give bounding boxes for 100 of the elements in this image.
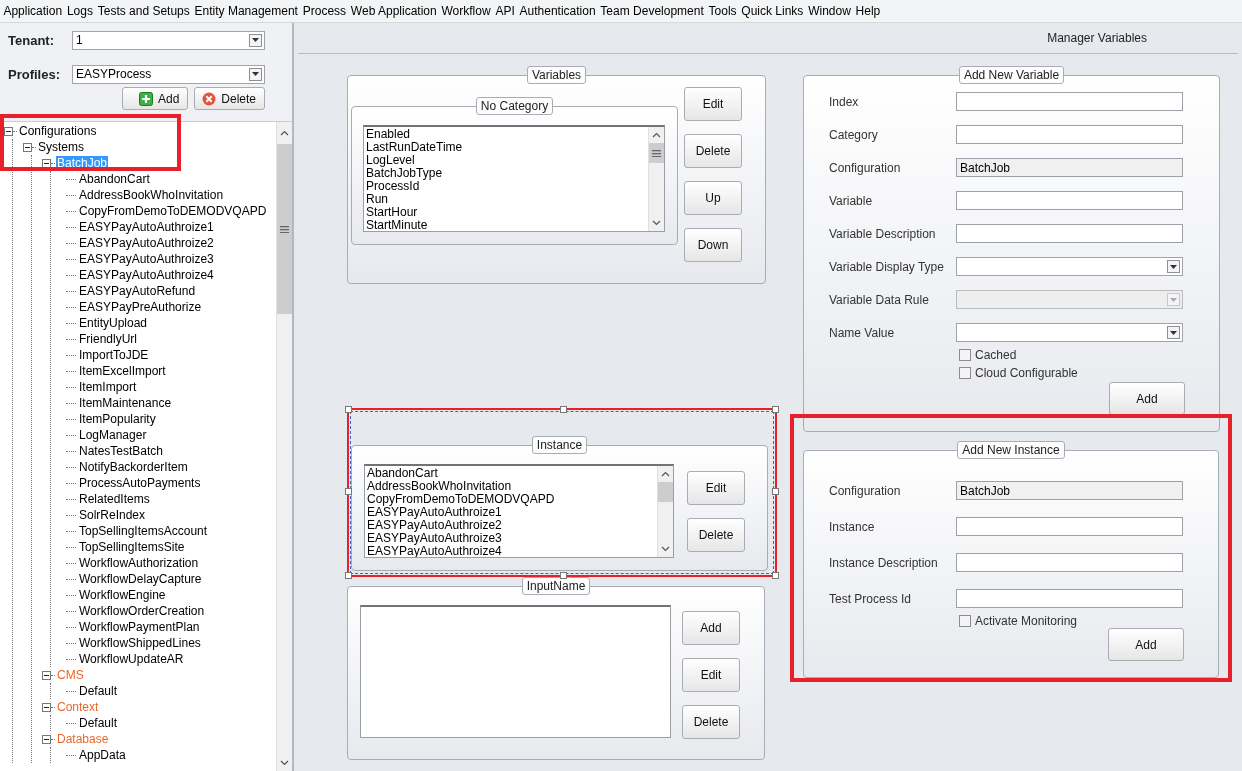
- tree-item[interactable]: Default: [78, 683, 119, 699]
- delete-button[interactable]: Delete: [194, 87, 266, 110]
- dropdown[interactable]: 1: [72, 30, 265, 50]
- resize-handle[interactable]: [772, 406, 779, 413]
- scrollbar[interactable]: [276, 122, 292, 771]
- menu-item[interactable]: Entity Management: [192, 4, 301, 18]
- tree-item[interactable]: EASYPayAutoRefund: [78, 283, 197, 299]
- menu-item[interactable]: Window: [805, 4, 854, 18]
- resize-handle[interactable]: [560, 406, 567, 413]
- tree-item[interactable]: CopyFromDemoToDEMODVQAPD: [78, 203, 268, 219]
- resize-handle[interactable]: [560, 572, 567, 579]
- tree-item[interactable]: Configurations: [18, 123, 98, 139]
- tree-item[interactable]: EASYPayPreAuthorize: [78, 299, 203, 315]
- tree-item[interactable]: WorkflowEngine: [78, 587, 167, 603]
- tree-item[interactable]: ItemExcelImport: [78, 363, 167, 379]
- menu-item[interactable]: Application: [1, 4, 65, 18]
- resize-handle[interactable]: [772, 572, 779, 579]
- dropdown[interactable]: [956, 257, 1183, 276]
- menu-item[interactable]: Help: [853, 4, 883, 18]
- collapse-icon[interactable]: [42, 670, 51, 680]
- list-item[interactable]: AddressBookWhoInvitation: [367, 480, 657, 493]
- list-box[interactable]: [360, 605, 671, 738]
- add-button[interactable]: Add: [122, 87, 189, 110]
- tree-item[interactable]: ProcessAutoPayments: [78, 475, 202, 491]
- tree-item[interactable]: Systems: [37, 139, 85, 155]
- checkbox[interactable]: [959, 615, 971, 627]
- list-item[interactable]: StartMinute: [366, 219, 648, 231]
- list-box[interactable]: Enabled LastRunDateTime LogLevel BatchJobType ProcessId Run StartHour StartMinute: [363, 125, 665, 232]
- input-field[interactable]: [956, 92, 1183, 111]
- action-button[interactable]: Delete: [684, 134, 742, 168]
- tree-item[interactable]: AbandonCart: [78, 171, 151, 187]
- action-button[interactable]: Edit: [687, 471, 745, 505]
- dropdown[interactable]: EASYProcess: [72, 64, 265, 84]
- action-button[interactable]: Edit: [684, 87, 742, 121]
- selection-frame[interactable]: Instance AbandonCart AddressBookWhoInvitation CopyFromDemoToDEMODVQAPD EASYPayAutoAuthroize1 EASYPayAutoAuthroize2 EASYPayAutoAuthroize3 EASYPayAutoAuthroize4 Edit Delete: [347, 408, 777, 577]
- input-field[interactable]: [956, 125, 1183, 144]
- action-button[interactable]: Delete: [682, 705, 740, 739]
- scroll-thumb[interactable]: [658, 482, 673, 502]
- input-field[interactable]: [956, 191, 1183, 210]
- resize-handle[interactable]: [772, 488, 779, 495]
- tree-item[interactable]: ImportToJDE: [78, 347, 150, 363]
- menu-item[interactable]: Web Application: [348, 4, 440, 18]
- list-item[interactable]: EASYPayAutoAuthroize3: [367, 532, 657, 545]
- scroll-thumb[interactable]: [649, 143, 664, 163]
- tree-item[interactable]: EASYPayAutoAuthroize4: [78, 267, 215, 283]
- resize-handle[interactable]: [345, 488, 352, 495]
- list-item[interactable]: LogLevel: [366, 154, 648, 167]
- tree-item[interactable]: NotifyBackorderItem: [78, 459, 189, 475]
- menu-item[interactable]: API: [493, 4, 518, 18]
- list-item[interactable]: CopyFromDemoToDEMODVQAPD: [367, 493, 657, 506]
- menu-item[interactable]: Workflow: [439, 4, 493, 18]
- tree-item[interactable]: WorkflowUpdateAR: [78, 651, 185, 667]
- list-item[interactable]: StartHour: [366, 206, 648, 219]
- list-item[interactable]: ProcessId: [366, 180, 648, 193]
- tree-item[interactable]: ItemImport: [78, 379, 138, 395]
- resize-handle[interactable]: [345, 406, 352, 413]
- list-item[interactable]: AbandonCart: [367, 467, 657, 480]
- checkbox[interactable]: [959, 367, 971, 379]
- menu-item[interactable]: Quick Links: [738, 4, 806, 18]
- list-item[interactable]: EASYPayAutoAuthroize2: [367, 519, 657, 532]
- tree-item[interactable]: LogManager: [78, 427, 148, 443]
- scrollbar[interactable]: [648, 127, 664, 231]
- resize-handle[interactable]: [345, 572, 352, 579]
- input-field[interactable]: BatchJob: [956, 158, 1183, 177]
- tree-item[interactable]: WorkflowDelayCapture: [78, 571, 203, 587]
- list-item[interactable]: Run: [366, 193, 648, 206]
- collapse-icon[interactable]: [42, 158, 51, 168]
- list-item[interactable]: EASYPayAutoAuthroize4: [367, 545, 657, 557]
- tree-item[interactable]: RelatedItems: [78, 491, 151, 507]
- input-field[interactable]: [956, 589, 1183, 608]
- menu-item[interactable]: Team Development: [597, 4, 707, 18]
- input-field[interactable]: [956, 517, 1183, 536]
- tree-item[interactable]: ItemPopularity: [78, 411, 157, 427]
- scrollbar[interactable]: [657, 466, 673, 557]
- menu-item[interactable]: Tools: [706, 4, 739, 18]
- list-item[interactable]: BatchJobType: [366, 167, 648, 180]
- input-field[interactable]: BatchJob: [956, 481, 1183, 500]
- input-field[interactable]: [956, 553, 1183, 572]
- tree-item[interactable]: WorkflowPaymentPlan: [78, 619, 201, 635]
- list-item[interactable]: Enabled: [366, 128, 648, 141]
- tree-item[interactable]: WorkflowShippedLines: [78, 635, 202, 651]
- list-item[interactable]: LastRunDateTime: [366, 141, 648, 154]
- tree-item[interactable]: EntityUpload: [78, 315, 149, 331]
- tree-item[interactable]: TopSellingItemsSite: [78, 539, 186, 555]
- menu-item[interactable]: Logs: [64, 4, 96, 18]
- add-button[interactable]: Add: [1108, 628, 1184, 661]
- tree-item[interactable]: WorkflowOrderCreation: [78, 603, 206, 619]
- action-button[interactable]: Delete: [687, 518, 745, 552]
- collapse-icon[interactable]: [23, 142, 32, 152]
- collapse-icon[interactable]: [42, 734, 51, 744]
- list-item[interactable]: EASYPayAutoAuthroize1: [367, 506, 657, 519]
- add-button[interactable]: Add: [1109, 382, 1185, 415]
- menu-item[interactable]: Authentication: [517, 4, 598, 18]
- tree-item[interactable]: AddressBookWhoInvitation: [78, 187, 225, 203]
- action-button[interactable]: Edit: [682, 658, 740, 692]
- checkbox[interactable]: [959, 349, 971, 361]
- list-box[interactable]: AbandonCart AddressBookWhoInvitation CopyFromDemoToDEMODVQAPD EASYPayAutoAuthroize1 EASYPayAutoAuthroize2 EASYPayAutoAuthroize3 EASYPayAutoAuthroize4: [364, 464, 674, 558]
- tree-item[interactable]: FriendlyUrl: [78, 331, 138, 347]
- tree-item[interactable]: SolrReIndex: [78, 507, 147, 523]
- tree-item[interactable]: EASYPayAutoAuthroize1: [78, 219, 215, 235]
